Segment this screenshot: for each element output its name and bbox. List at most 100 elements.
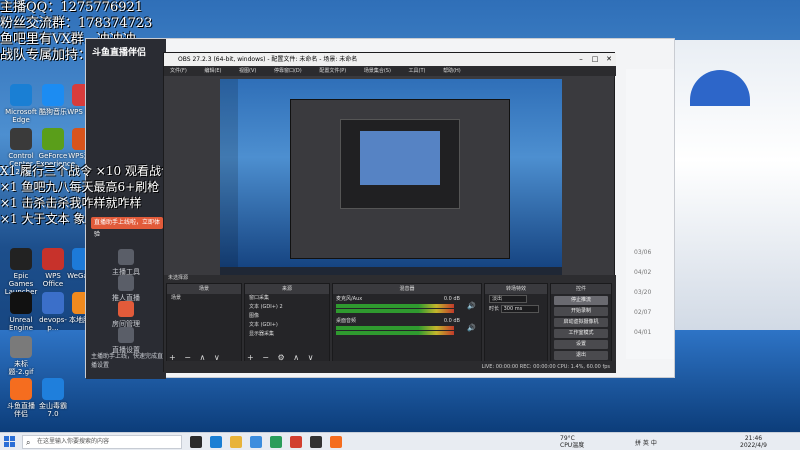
overlay-mid-line: ×1 鱼吧九八每天最高6+刷枪	[0, 180, 160, 194]
settings-button[interactable]: 设置	[554, 340, 608, 349]
app-icon	[10, 128, 32, 150]
scene-item[interactable]: 场景	[167, 294, 241, 303]
sidebar-item[interactable]: 房间管理	[94, 301, 158, 329]
sources-dock: 来源 窗口采集 文本 (GDI+) 2 图像 文本 (GDI+) 显示器采集 +…	[244, 283, 330, 365]
menu-file[interactable]: 文件(F)	[170, 68, 187, 74]
taskbar-search[interactable]: ⌕ 在这里输入你要搜索的内容	[22, 435, 182, 449]
source-item[interactable]: 文本 (GDI+) 2	[245, 303, 329, 312]
menu-view[interactable]: 视图(V)	[239, 68, 256, 74]
clock-time: 21:46	[744, 435, 763, 442]
app-icon	[42, 248, 64, 270]
edge-icon[interactable]	[210, 436, 222, 448]
desktop-icon[interactable]: devops-p…	[36, 292, 70, 334]
search-icon: ⌕	[26, 438, 31, 447]
taskbar: ⌕ 在这里输入你要搜索的内容 79°C CPU温度 拼 英 中 21:46 2022…	[0, 432, 800, 450]
sidebar-item[interactable]: 主播工具	[94, 249, 158, 277]
app-icon	[10, 378, 32, 400]
file-explorer-icon[interactable]	[230, 436, 242, 448]
desktop-icon[interactable]: WPS Office	[36, 248, 70, 290]
duration-input[interactable]: 300 ms	[500, 304, 539, 313]
mixer-header: 混音器	[333, 284, 481, 294]
app-icon	[10, 336, 32, 358]
clock-date: 2022/4/9	[740, 442, 767, 449]
app-icon	[42, 378, 64, 400]
obs-taskbar-icon[interactable]	[310, 436, 322, 448]
controls-dock: 控件 停止推流 开始录制 启动虚拟摄像机 工作室模式 设置 退出	[550, 283, 612, 365]
transition-select[interactable]: 淡出	[489, 294, 527, 303]
stream-overlay-mid: X1 履行三个战令 ×10 观看战令 ×1 鱼吧九八每天最高6+刷枪 ×1 击杀…	[0, 163, 173, 227]
desktop-icon[interactable]: 斗鱼直播伴侣	[4, 378, 38, 420]
virtual-camera-button[interactable]: 启动虚拟摄像机	[554, 318, 608, 327]
obs-statusbar: LIVE: 00:00:00 REC: 00:00:00 CPU: 1.4%, …	[164, 361, 616, 373]
source-item[interactable]: 显示器采集	[245, 330, 329, 339]
task-view-icon[interactable]	[190, 436, 202, 448]
channel-meter	[336, 309, 454, 313]
right-number: 04/02	[634, 269, 652, 276]
menu-docks[interactable]: 停靠窗口(D)	[274, 68, 302, 74]
overlay-mid-line: X1 履行三个战令 ×10 观看战令	[0, 164, 173, 178]
app-icon[interactable]	[290, 436, 302, 448]
obs-title: OBS 27.2.3 (64-bit, windows) - 配置文件: 未命名…	[178, 56, 358, 63]
desktop-icon-label: 酷狗音乐	[39, 108, 67, 116]
menu-tools[interactable]: 工具(T)	[409, 68, 426, 74]
tool-note: 主播助手上线，快速完成直播设置	[91, 353, 164, 369]
weather-widget[interactable]: 79°C CPU温度	[560, 435, 584, 449]
source-item[interactable]: 文本 (GDI+)	[245, 321, 329, 330]
transition-type[interactable]: 淡出	[485, 294, 547, 304]
preview-icons	[220, 79, 238, 267]
search-placeholder: 在这里输入你要搜索的内容	[37, 438, 110, 445]
desktop-icon[interactable]: 酷狗音乐	[36, 84, 70, 126]
minimize-icon[interactable]: –	[574, 53, 588, 66]
menu-scene-collection[interactable]: 场景集合(S)	[364, 68, 391, 74]
desktop-icon-label: devops-p…	[39, 316, 67, 332]
weather-temp: 79°C	[560, 435, 575, 442]
douyu-taskbar-icon[interactable]	[330, 436, 342, 448]
source-item[interactable]: 图像	[245, 312, 329, 321]
speaker-icon[interactable]: 🔊	[467, 302, 476, 310]
scenes-dock: 场景 场景 + − ∧ ∨	[166, 283, 242, 365]
studio-mode-button[interactable]: 工作室模式	[554, 329, 608, 338]
obs-titlebar[interactable]: OBS 27.2.3 (64-bit, windows) - 配置文件: 未命名…	[164, 53, 616, 66]
no-source-label: 未选择源	[168, 275, 189, 281]
desktop-icon[interactable]: Microsoft Edge	[4, 84, 38, 126]
obs-docks: 未选择源 场景 场景 + − ∧ ∨ 来源 窗口采集 文本 (GDI+) 2 图…	[164, 275, 616, 373]
desktop-icon[interactable]: 未标题-2.gif	[4, 336, 38, 378]
desktop-icon[interactable]: Unreal Engine	[4, 292, 38, 334]
clock[interactable]: 21:46 2022/4/9	[740, 435, 767, 449]
windows-start-icon[interactable]	[4, 436, 16, 448]
transition-duration-row: 时长 300 ms	[485, 304, 547, 314]
right-number: 03/06	[634, 249, 652, 256]
transitions-header: 转场特效	[485, 284, 547, 294]
desktop-icon-label: 金山毒霸 7.0	[39, 402, 67, 418]
store-icon[interactable]	[250, 436, 262, 448]
speaker-icon[interactable]: 🔊	[467, 324, 476, 332]
stop-streaming-button[interactable]: 停止推流	[554, 296, 608, 305]
desktop-icon-label: 未标题-2.gif	[8, 360, 34, 376]
desktop-icon-label: Unreal Engine	[9, 316, 33, 332]
desktop-icon[interactable]: 金山毒霸 7.0	[36, 378, 70, 420]
app-icon	[10, 248, 32, 270]
desktop-icon[interactable]: Epic Games Launcher	[4, 248, 38, 296]
app-icon[interactable]	[270, 436, 282, 448]
close-icon[interactable]: ✕	[602, 53, 616, 66]
obs-preview[interactable]	[220, 79, 562, 275]
scenes-header: 场景	[167, 284, 241, 294]
menu-profile[interactable]: 配置文件(P)	[319, 68, 346, 74]
sidebar-item[interactable]: 推人直播	[94, 275, 158, 303]
exit-button[interactable]: 退出	[554, 351, 608, 360]
menu-edit[interactable]: 编辑(E)	[204, 68, 221, 74]
mixer-dock: 混音器 麦克风/Aux 0.0 dB 🔊 桌面音频 0.0 dB 🔊	[332, 283, 482, 365]
overlay-mid-line: ×1 大于文本 象	[0, 212, 86, 226]
duration-label: 时长	[489, 306, 500, 312]
maximize-icon[interactable]: □	[588, 53, 602, 66]
channel-meter	[336, 304, 454, 308]
preview-nested-obs-3	[360, 131, 440, 185]
obs-menubar: 文件(F) 编辑(E) 视图(V) 停靠窗口(D) 配置文件(P) 场景集合(S…	[164, 66, 616, 76]
preview-taskbar	[220, 267, 562, 275]
input-method[interactable]: 拼 英 中	[635, 438, 657, 447]
start-recording-button[interactable]: 开始录制	[554, 307, 608, 316]
source-item[interactable]: 窗口采集	[245, 294, 329, 303]
obs-window[interactable]: OBS 27.2.3 (64-bit, windows) - 配置文件: 未命名…	[163, 52, 616, 373]
menu-help[interactable]: 帮助(H)	[443, 68, 461, 74]
channel-meter	[336, 331, 454, 335]
